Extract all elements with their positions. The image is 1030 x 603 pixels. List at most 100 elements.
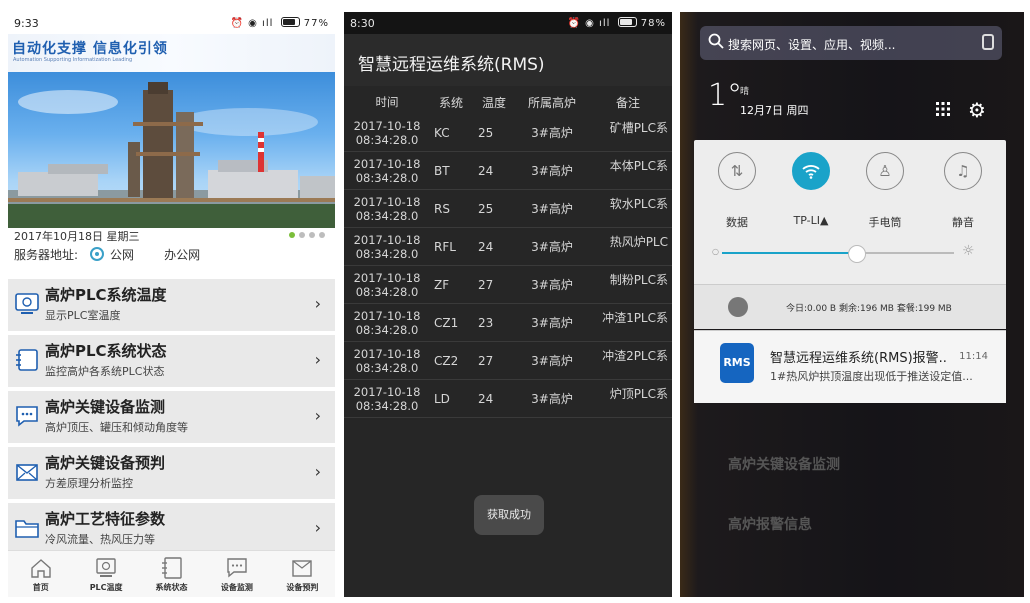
status-bar: 9:33 ⏰ ◉ ıll 77% <box>8 12 335 34</box>
menu-item-process-parameters[interactable]: 高炉工艺特征参数 冷风流量、热风压力等 › <box>8 503 335 555</box>
notification-title: 智慧远程运维系统(RMS)报警.. <box>770 351 947 366</box>
cell-time: 2017-10-18 08:34:28.0 <box>353 232 421 261</box>
menu-item-subtitle: 方差原理分析监控 <box>45 477 133 490</box>
quick-setting-label: TP-LI▲ <box>793 214 829 227</box>
header-temperature: 温度 <box>481 95 506 110</box>
header-note: 备注 <box>615 95 640 110</box>
cell-system: CZ2 <box>434 353 459 368</box>
brightness-slider[interactable]: ○ <box>712 245 954 263</box>
table-row[interactable]: 2017-10-18 08:34:28.0 RFL 24 3#高炉 热风炉PLC <box>344 228 672 266</box>
menu-item-plc-temperature[interactable]: 高炉PLC系统温度 显示PLC室温度 › <box>8 279 335 331</box>
table-row[interactable]: 2017-10-18 08:34:28.0 KC 25 3#高炉 矿槽PLC系 <box>344 114 672 152</box>
cell-note: 炉顶PLC系 <box>609 387 668 401</box>
background-menu-item: 高炉关键设备监测 <box>728 457 840 473</box>
carousel-dot[interactable] <box>299 232 305 238</box>
chevron-right-icon: › <box>314 462 321 481</box>
menu-item-equipment-prediction[interactable]: 高炉关键设备预判 方差原理分析监控 › <box>8 447 335 499</box>
quick-setting-label: 数据 <box>726 216 748 229</box>
bottom-tab-bar: 首页 PLC温度 系统状态 设备监测 设备预判 <box>8 550 335 597</box>
radio-public-network-label[interactable]: 公网 <box>110 246 134 263</box>
battery-percent: 78% <box>640 18 666 29</box>
tab-label: 设备监测 <box>220 583 253 592</box>
chevron-right-icon: › <box>314 294 321 313</box>
table-row[interactable]: 2017-10-18 08:34:28.0 CZ2 27 3#高炉 冲渣2PLC系 <box>344 342 672 380</box>
header-time: 时间 <box>375 95 399 109</box>
cell-system: RS <box>434 201 450 216</box>
cell-furnace: 3#高炉 <box>531 202 573 216</box>
rms-table-screen: 8:30 ⏰ ◉ ıll 78% 智慧远程运维系统(RMS) 时间 系统 温度 … <box>344 12 672 597</box>
edit-icon[interactable] <box>982 34 994 50</box>
tab-home[interactable]: 首页 <box>8 551 73 597</box>
notification-body: 1#热风炉拱顶温度出现低于推送设定值... <box>770 370 973 383</box>
weather-widget: 1° 晴 12月7日 周四 <box>708 78 809 117</box>
data-toggle[interactable]: ⇅ <box>718 152 756 190</box>
blast-furnace-photo <box>8 72 335 228</box>
table-row[interactable]: 2017-10-18 08:34:28.0 RS 25 3#高炉 软水PLC系 <box>344 190 672 228</box>
table-row[interactable]: 2017-10-18 08:34:28.0 BT 24 3#高炉 本体PLC系 <box>344 152 672 190</box>
wifi-toggle[interactable] <box>792 152 830 190</box>
menu-item-plc-status[interactable]: 高炉PLC系统状态 监控高炉各系统PLC状态 › <box>8 335 335 387</box>
gear-icon[interactable]: ⚙ <box>968 98 986 122</box>
factory-illustration <box>8 82 335 228</box>
table-row[interactable]: 2017-10-18 08:34:28.0 CZ1 23 3#高炉 冲渣1PLC系 <box>344 304 672 342</box>
monitor-icon <box>96 558 116 577</box>
data-usage-bar[interactable]: 今日:0.00 B 剩余:196 MB 套餐:199 MB <box>694 284 1006 329</box>
header-system: 系统 <box>438 95 463 110</box>
weather-condition: 晴 <box>740 87 750 97</box>
cell-time: 2017-10-18 08:34:28.0 <box>353 156 421 185</box>
flashlight-toggle[interactable]: ♙ <box>866 152 904 190</box>
chevron-right-icon: › <box>314 406 321 425</box>
menu-item-title: 高炉PLC系统温度 <box>45 286 167 304</box>
search-input[interactable]: 搜索网页、设置、应用、视频... <box>728 36 895 53</box>
tab-plc-temperature[interactable]: PLC温度 <box>73 551 138 597</box>
chevron-right-icon: › <box>314 518 321 537</box>
data-arrows-icon: ⇅ <box>730 162 744 180</box>
tab-equipment-monitoring[interactable]: 设备监测 <box>204 551 269 597</box>
notification-time: 11:14 <box>959 351 988 362</box>
bell-icon: ♫ <box>956 162 970 180</box>
carousel-dot[interactable] <box>319 232 325 238</box>
cell-note: 矿槽PLC系 <box>609 121 668 135</box>
cell-time: 2017-10-18 08:34:28.0 <box>353 308 421 337</box>
carousel-dot[interactable] <box>289 232 295 238</box>
quick-setting-label: 手电筒 <box>868 216 902 229</box>
document-icon <box>16 349 38 371</box>
cell-system: LD <box>434 391 450 406</box>
table-row[interactable]: 2017-10-18 08:34:28.0 LD 24 3#高炉 炉顶PLC系 <box>344 380 672 418</box>
carousel-dot[interactable] <box>309 232 315 238</box>
radio-office-network-label[interactable]: 办公网 <box>164 246 200 263</box>
current-date: 2017年10月18日 星期三 <box>14 230 140 243</box>
slogan-subtext: Automation Supporting Informatization Le… <box>13 57 133 63</box>
home-icon <box>31 559 51 578</box>
tab-equipment-prediction[interactable]: 设备预判 <box>270 551 335 597</box>
cell-system: KC <box>434 125 450 140</box>
cell-furnace: 3#高炉 <box>531 164 573 178</box>
background-menu-item: 高炉报警信息 <box>728 517 812 533</box>
menu-item-title: 高炉关键设备监测 <box>45 398 166 416</box>
menu-item-title: 高炉工艺特征参数 <box>45 510 166 528</box>
data-usage-text: 今日:0.00 B 剩余:196 MB 套餐:199 MB <box>786 304 952 314</box>
table-row[interactable]: 2017-10-18 08:34:28.0 ZF 27 3#高炉 制粉PLC系 <box>344 266 672 304</box>
document-icon <box>161 557 182 579</box>
cell-furnace: 3#高炉 <box>531 354 573 368</box>
server-label: 服务器地址: <box>14 247 79 262</box>
grid-icon[interactable] <box>936 102 950 116</box>
cell-note: 热风炉PLC <box>609 235 668 249</box>
chat-icon <box>227 558 247 578</box>
brightness-knob[interactable] <box>848 245 866 263</box>
cell-system: CZ1 <box>434 315 459 330</box>
search-bar[interactable]: 搜索网页、设置、应用、视频... <box>700 26 1002 60</box>
tab-system-status[interactable]: 系统状态 <box>139 551 204 597</box>
plc-temperature-table: 时间 系统 温度 所属高炉 备注 2017-10-18 08:34:28.0 KC… <box>344 90 672 418</box>
cell-temperature: 27 <box>478 353 494 368</box>
rms-app-icon: RMS <box>720 343 754 383</box>
radio-public-network[interactable] <box>90 247 105 261</box>
cell-temperature: 24 <box>478 391 494 406</box>
menu-item-subtitle: 冷风流量、热风压力等 <box>45 533 155 546</box>
rms-alarm-notification[interactable]: RMS 智慧远程运维系统(RMS)报警.. 11:14 1#热风炉拱顶温度出现低… <box>694 330 1006 403</box>
chat-icon <box>16 406 38 427</box>
cell-time: 2017-10-18 08:34:28.0 <box>353 384 421 413</box>
silent-toggle[interactable]: ♫ <box>944 152 982 190</box>
weather-date: 12月7日 周四 <box>740 104 809 117</box>
menu-item-equipment-monitoring[interactable]: 高炉关键设备监测 高炉顶压、罐压和倾动角度等 › <box>8 391 335 443</box>
